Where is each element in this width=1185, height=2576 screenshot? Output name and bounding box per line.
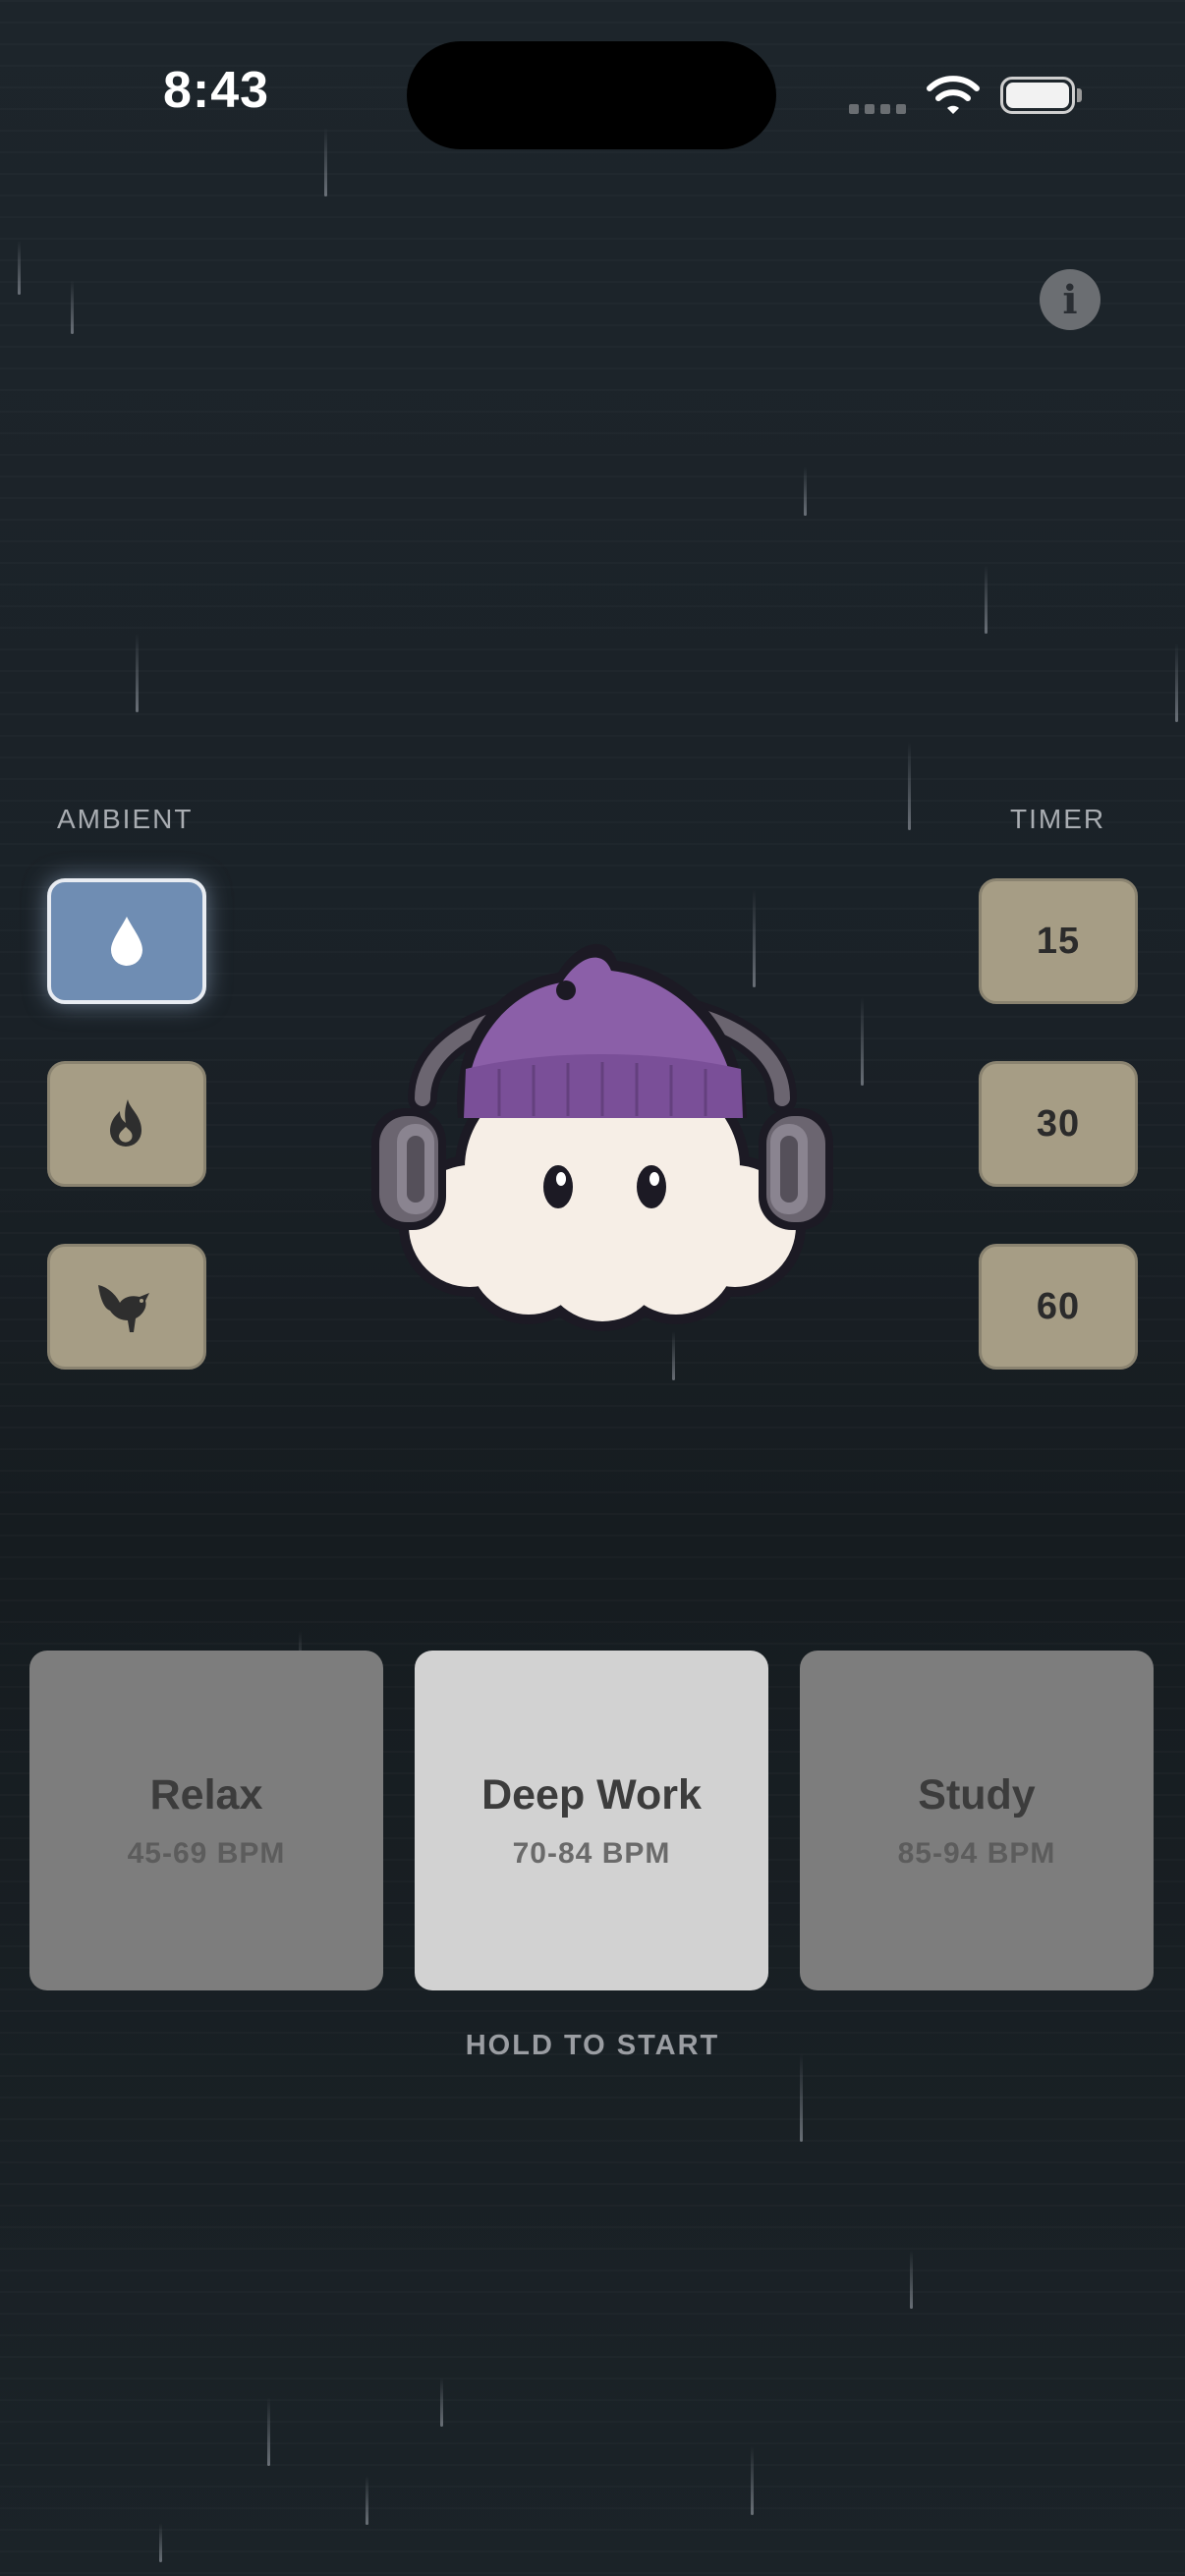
raindrop-streak (71, 280, 74, 334)
timer-label: TIMER (1010, 804, 1106, 834)
flame-icon (110, 1099, 141, 1147)
bird-icon (98, 1285, 149, 1332)
hold-to-start-hint: HOLD TO START (465, 2030, 720, 2061)
raindrop-streak (440, 2378, 443, 2427)
status-time: 8:43 (163, 62, 270, 119)
timer-60-button[interactable]: 60 (979, 1244, 1138, 1370)
mode-deep-work-name: Deep Work (481, 1770, 702, 1819)
mode-deep-work-card[interactable]: Deep Work 70-84 BPM (415, 1651, 768, 1990)
ambient-label: AMBIENT (57, 804, 194, 834)
raindrop-streak (18, 241, 21, 295)
raindrop-streak (159, 2523, 162, 2562)
mode-study-card[interactable]: Study 85-94 BPM (800, 1651, 1154, 1990)
raindrop-streak (366, 2476, 368, 2525)
battery-icon (1000, 77, 1075, 114)
raindrop-streak (136, 634, 139, 712)
mode-study-bpm: 85-94 BPM (897, 1836, 1056, 1870)
raindrop-icon (111, 917, 142, 966)
timer-30-button[interactable]: 30 (979, 1061, 1138, 1187)
raindrop-streak (908, 742, 911, 830)
raindrop-streak (804, 467, 807, 516)
raindrop-streak (985, 565, 988, 634)
raindrop-streak (324, 128, 327, 196)
timer-15-label: 15 (1036, 920, 1081, 962)
dynamic-island (407, 41, 776, 149)
raindrop-streak (910, 2250, 913, 2309)
cloud-mascot-icon (371, 943, 833, 1331)
wifi-icon (927, 76, 980, 114)
mode-relax-bpm: 45-69 BPM (127, 1836, 286, 1870)
timer-15-button[interactable]: 15 (979, 878, 1138, 1004)
raindrop-streak (861, 997, 864, 1086)
ambient-rain-button[interactable] (47, 878, 206, 1004)
mode-relax-card[interactable]: Relax 45-69 BPM (29, 1651, 383, 1990)
mode-study-name: Study (918, 1770, 1036, 1819)
info-icon: i (1062, 276, 1078, 323)
timer-60-label: 60 (1036, 1285, 1081, 1327)
raindrop-streak (751, 2446, 754, 2515)
raindrop-streak (267, 2397, 270, 2466)
raindrop-streak (800, 2053, 803, 2142)
mode-deep-work-bpm: 70-84 BPM (512, 1836, 671, 1870)
mode-relax-name: Relax (149, 1770, 263, 1819)
raindrop-streak (1175, 644, 1178, 722)
cellular-signal-icon (849, 104, 906, 114)
ambient-fire-button[interactable] (47, 1061, 206, 1187)
info-button[interactable]: i (1040, 269, 1100, 330)
ambient-birds-button[interactable] (47, 1244, 206, 1370)
raindrop-streak (672, 1331, 675, 1380)
timer-30-label: 30 (1036, 1102, 1081, 1145)
